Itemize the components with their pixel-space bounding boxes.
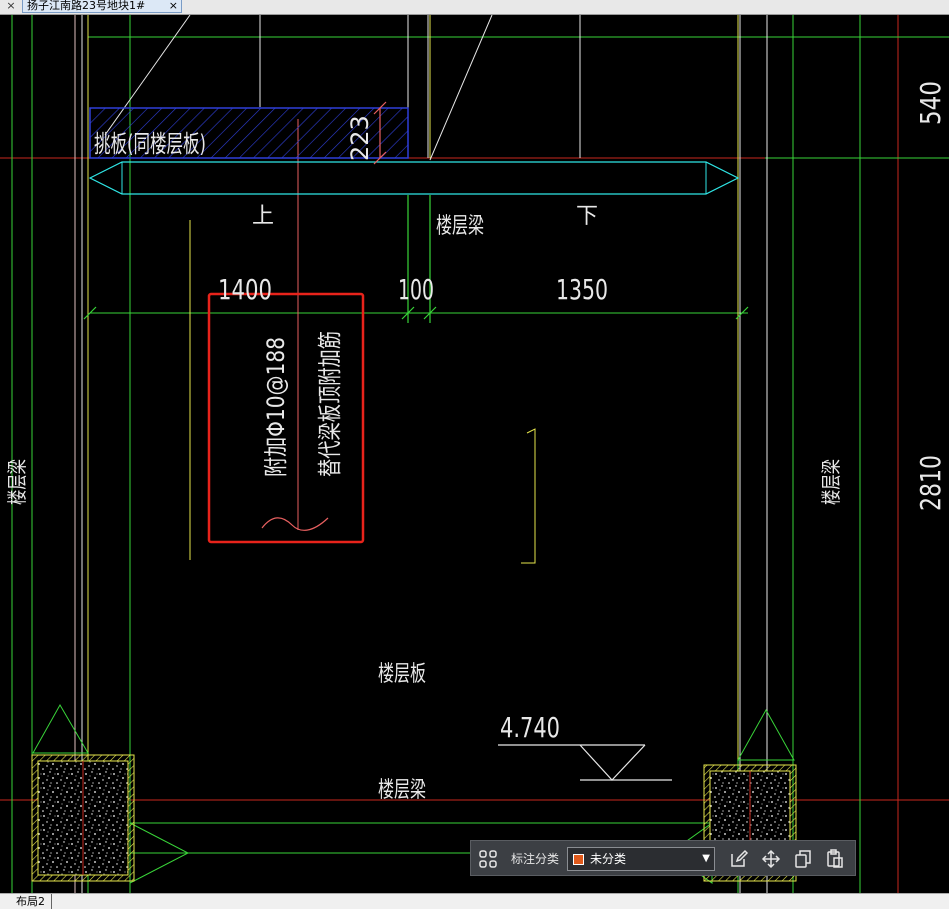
floor-beam-left-label: 楼层梁 bbox=[5, 459, 29, 505]
cantilever-slab-label: 挑板(同楼层板) bbox=[94, 130, 206, 158]
edit-icon[interactable] bbox=[729, 849, 749, 869]
floor-beam-cyan bbox=[88, 161, 740, 195]
dimension-2810: 2810 bbox=[914, 455, 947, 511]
copy-icon[interactable] bbox=[793, 849, 813, 869]
document-tab-title: 扬子江南路23号地块1# bbox=[27, 0, 146, 12]
down-label: 下 bbox=[576, 204, 598, 229]
category-select-value: 未分类 bbox=[590, 852, 627, 866]
elevation-value: 4.740 bbox=[500, 711, 560, 744]
paste-icon[interactable] bbox=[825, 849, 845, 869]
move-icon[interactable] bbox=[761, 849, 781, 869]
category-select[interactable]: 未分类 ▼ bbox=[567, 847, 715, 871]
up-label: 上 bbox=[252, 204, 274, 229]
floor-beam-top-label: 楼层梁 bbox=[436, 214, 484, 239]
annotation-toolbar: 标注分类 未分类 ▼ bbox=[470, 840, 856, 876]
dimension-223: 223 bbox=[346, 115, 374, 161]
rebar-note-line1: 附加Φ10@188 bbox=[262, 337, 290, 477]
category-color-swatch bbox=[573, 854, 584, 865]
document-tab-bar: × 扬子江南路23号地块1# × bbox=[0, 0, 949, 15]
tab-close-icon[interactable]: × bbox=[169, 0, 178, 12]
chevron-down-icon[interactable]: ▼ bbox=[702, 852, 710, 866]
layout-tab[interactable]: 布局2 bbox=[10, 894, 52, 909]
floor-beam-bottom-label: 楼层梁 bbox=[378, 778, 426, 803]
close-icon[interactable]: × bbox=[0, 0, 22, 14]
document-tab[interactable]: 扬子江南路23号地块1# × bbox=[22, 0, 182, 13]
elevation-symbol bbox=[498, 744, 672, 781]
dimension-1400: 1400 bbox=[218, 273, 272, 306]
dimension-100: 100 bbox=[398, 273, 434, 306]
dimension-540: 540 bbox=[914, 81, 947, 125]
category-label: 标注分类 bbox=[511, 852, 560, 866]
dimension-1350: 1350 bbox=[556, 273, 608, 306]
floor-slab-label: 楼层板 bbox=[378, 662, 426, 687]
floor-beam-right-label: 楼层梁 bbox=[819, 459, 843, 505]
column-left bbox=[31, 754, 135, 882]
rebar-note-line2: 替代梁板顶附加筋 bbox=[316, 331, 344, 477]
grid-icon[interactable] bbox=[478, 849, 498, 869]
drawing-canvas[interactable]: 挑板(同楼层板) 223 上 下 楼层梁 1400 100 1350 附加Φ10… bbox=[0, 15, 949, 893]
break-line bbox=[261, 517, 329, 531]
layout-status-bar: 布局2 bbox=[0, 893, 949, 909]
